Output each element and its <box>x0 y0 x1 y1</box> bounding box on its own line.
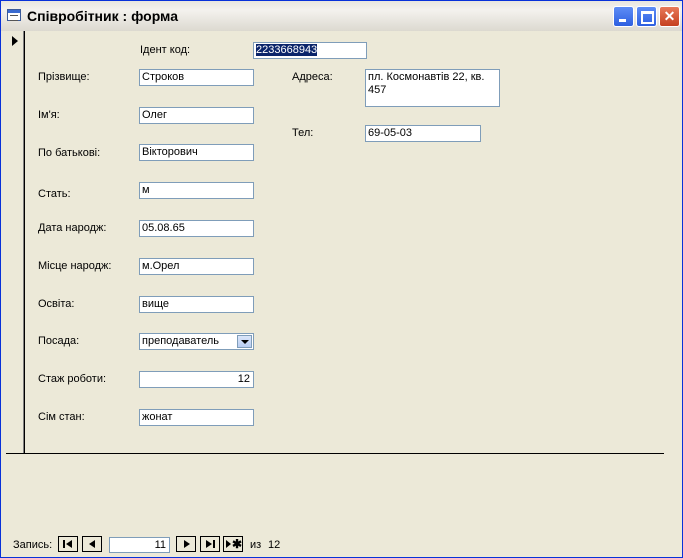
experience-field[interactable]: 12 <box>139 371 254 388</box>
name-field[interactable]: Олег <box>139 107 254 124</box>
form-detail-section <box>6 31 676 453</box>
record-label: Запись: <box>13 539 53 551</box>
name-label: Ім'я: <box>38 109 60 121</box>
new-record-arrow-shape <box>226 540 231 548</box>
maximize-button[interactable] <box>636 6 657 27</box>
position-combo[interactable]: преподаватель <box>139 333 254 350</box>
id-value: 2233668943 <box>256 44 318 56</box>
phone-field[interactable]: 69-05-03 <box>365 125 481 142</box>
chevron-down-icon[interactable] <box>237 335 252 348</box>
form-footer-divider <box>6 453 664 454</box>
id-field[interactable]: 2233668943 <box>253 42 367 59</box>
position-label: Посада: <box>38 335 80 347</box>
record-navigation-bar: Запись: 11 ✱ из 12 <box>1 531 682 555</box>
close-button[interactable]: ✕ <box>659 6 680 27</box>
address-label: Адреса: <box>292 71 333 83</box>
education-field[interactable]: вище <box>139 296 254 313</box>
form-icon <box>7 9 21 21</box>
previous-icon <box>89 540 95 548</box>
first-record-button[interactable] <box>58 536 78 552</box>
patronymic-field[interactable]: Вікторович <box>139 144 254 161</box>
minimize-icon <box>614 7 633 26</box>
birthdate-label: Дата народж: <box>38 222 107 234</box>
phone-label: Тел: <box>292 127 314 139</box>
record-number-input[interactable]: 11 <box>109 537 170 553</box>
sex-label: Стать: <box>38 188 71 200</box>
surname-field[interactable]: Строков <box>139 69 254 86</box>
birthplace-field[interactable]: м.Орел <box>139 258 254 275</box>
previous-record-button[interactable] <box>82 536 102 552</box>
right-arrow-shape <box>206 540 212 548</box>
marital-label: Сім стан: <box>38 411 85 423</box>
education-label: Освіта: <box>38 298 75 310</box>
next-icon <box>184 540 190 548</box>
last-record-icon <box>213 540 215 548</box>
maximize-icon <box>637 7 656 26</box>
experience-label: Стаж роботи: <box>38 373 107 385</box>
id-label: Ідент код: <box>140 44 191 56</box>
patronymic-label: По батькові: <box>38 147 101 159</box>
title-bar[interactable]: Співробітник : форма ✕ <box>1 1 682 31</box>
sex-field[interactable]: м <box>139 182 254 199</box>
total-records: 12 <box>268 539 281 551</box>
left-arrow-shape <box>66 540 72 548</box>
first-record-icon <box>63 540 65 548</box>
of-label: из <box>250 539 262 551</box>
surname-label: Прізвище: <box>38 71 90 83</box>
new-record-button[interactable]: ✱ <box>223 536 243 552</box>
record-selector[interactable] <box>6 31 24 453</box>
form-window: Співробітник : форма ✕ Ідент код: 223366… <box>0 0 683 558</box>
birthplace-label: Місце народж: <box>38 260 112 272</box>
next-record-button[interactable] <box>176 536 196 552</box>
last-record-button[interactable] <box>200 536 220 552</box>
window-title: Співробітник : форма <box>27 8 179 24</box>
close-icon: ✕ <box>663 8 676 24</box>
current-record-arrow-icon <box>12 36 18 46</box>
marital-field[interactable]: жонат <box>139 409 254 426</box>
position-value: преподаватель <box>142 335 219 347</box>
minimize-button[interactable] <box>613 6 634 27</box>
asterisk-icon: ✱ <box>232 537 243 551</box>
address-field[interactable]: пл. Космонавтів 22, кв. 457 <box>365 69 500 107</box>
birthdate-field[interactable]: 05.08.65 <box>139 220 254 237</box>
form-divider <box>24 31 25 454</box>
